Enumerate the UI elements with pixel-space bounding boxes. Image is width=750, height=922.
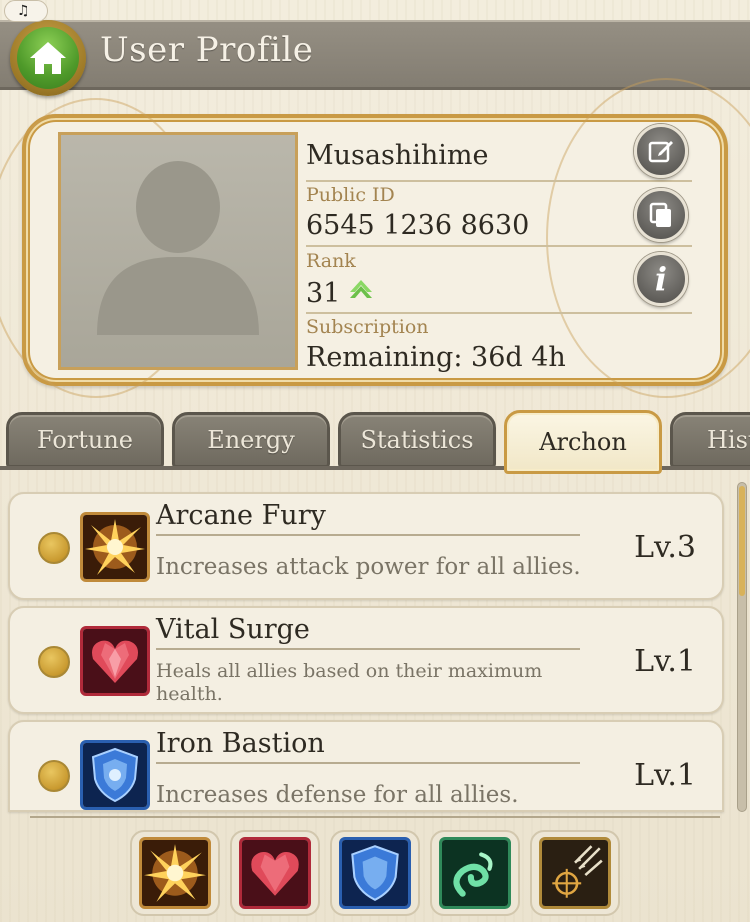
edit-profile-button[interactable] [634,124,688,178]
tab-fortune[interactable]: Fortune [6,412,164,468]
tab-history[interactable]: Hist [670,412,750,468]
heart-crystal-icon [239,837,311,909]
music-toggle-button[interactable]: ♫ [4,0,48,22]
shield-icon [80,740,150,810]
starburst-icon [80,512,150,582]
skill-divider [156,762,580,764]
info-button[interactable]: i [634,252,688,306]
equipped-slot-1[interactable] [130,830,220,916]
skill-divider [156,648,580,650]
public-id-label: Public ID [306,184,395,206]
page-title: User Profile [100,30,314,70]
info-icon: i [654,260,668,298]
skill-divider [156,534,580,536]
skill-description-line: health. [156,682,223,705]
info-divider [306,245,692,247]
starburst-icon [139,837,211,909]
skill-level: Lv.3 [634,530,696,565]
tab-energy[interactable]: Energy [172,412,330,468]
heart-crystal-icon [80,626,150,696]
skill-name: Vital Surge [156,614,310,645]
rank-row: 31 [306,276,374,309]
info-divider [306,180,692,182]
default-avatar-icon [97,161,259,335]
skill-select-radio[interactable] [38,532,70,564]
subscription-remaining: Remaining: 36d 4h [306,342,566,373]
music-note-icon: ♫ [17,3,30,19]
skill-select-radio[interactable] [38,760,70,792]
skill-level: Lv.1 [634,644,696,679]
green-swirl-icon [439,837,511,909]
skill-select-radio[interactable] [38,646,70,678]
skill-description-line: Heals all allies based on their maximum [156,660,543,682]
equipped-slot-3[interactable] [330,830,420,916]
copy-id-button[interactable] [634,188,688,242]
equipped-slot-4[interactable] [430,830,520,916]
skill-description: Increases defense for all allies. [156,782,519,808]
equipped-slot-5[interactable] [530,830,620,916]
skill-description: Increases attack power for all allies. [156,554,581,580]
shield-icon [339,837,411,909]
copy-icon [649,202,671,227]
skill-description: Heals all allies based on their maximum … [156,660,542,706]
home-icon [30,42,66,74]
avatar[interactable] [58,132,298,370]
crosshair-arrows-icon [539,837,611,909]
rank-label: Rank [306,250,356,272]
equipped-slot-2[interactable] [230,830,320,916]
rank-value: 31 [306,278,341,309]
equipped-divider [30,816,720,818]
skill-level: Lv.1 [634,758,696,793]
subscription-label: Subscription [306,316,429,338]
skill-name: Arcane Fury [156,500,326,531]
tab-archon[interactable]: Archon [504,410,662,474]
skill-name: Iron Bastion [156,728,325,759]
home-button[interactable] [10,20,86,96]
player-name: Musashihime [306,140,489,171]
edit-icon [648,141,673,163]
rank-up-arrow-icon [348,276,374,307]
skill-row-vital-surge[interactable]: Vital Surge Heals all allies based on th… [8,606,724,714]
public-id-value: 6545 1236 8630 [306,210,530,241]
skill-row-iron-bastion[interactable]: Iron Bastion Increases defense for all a… [8,720,724,812]
tab-statistics[interactable]: Statistics [338,412,496,468]
scrollbar-thumb[interactable] [739,486,745,596]
skill-row-arcane-fury[interactable]: Arcane Fury Increases attack power for a… [8,492,724,600]
info-divider [306,312,692,314]
